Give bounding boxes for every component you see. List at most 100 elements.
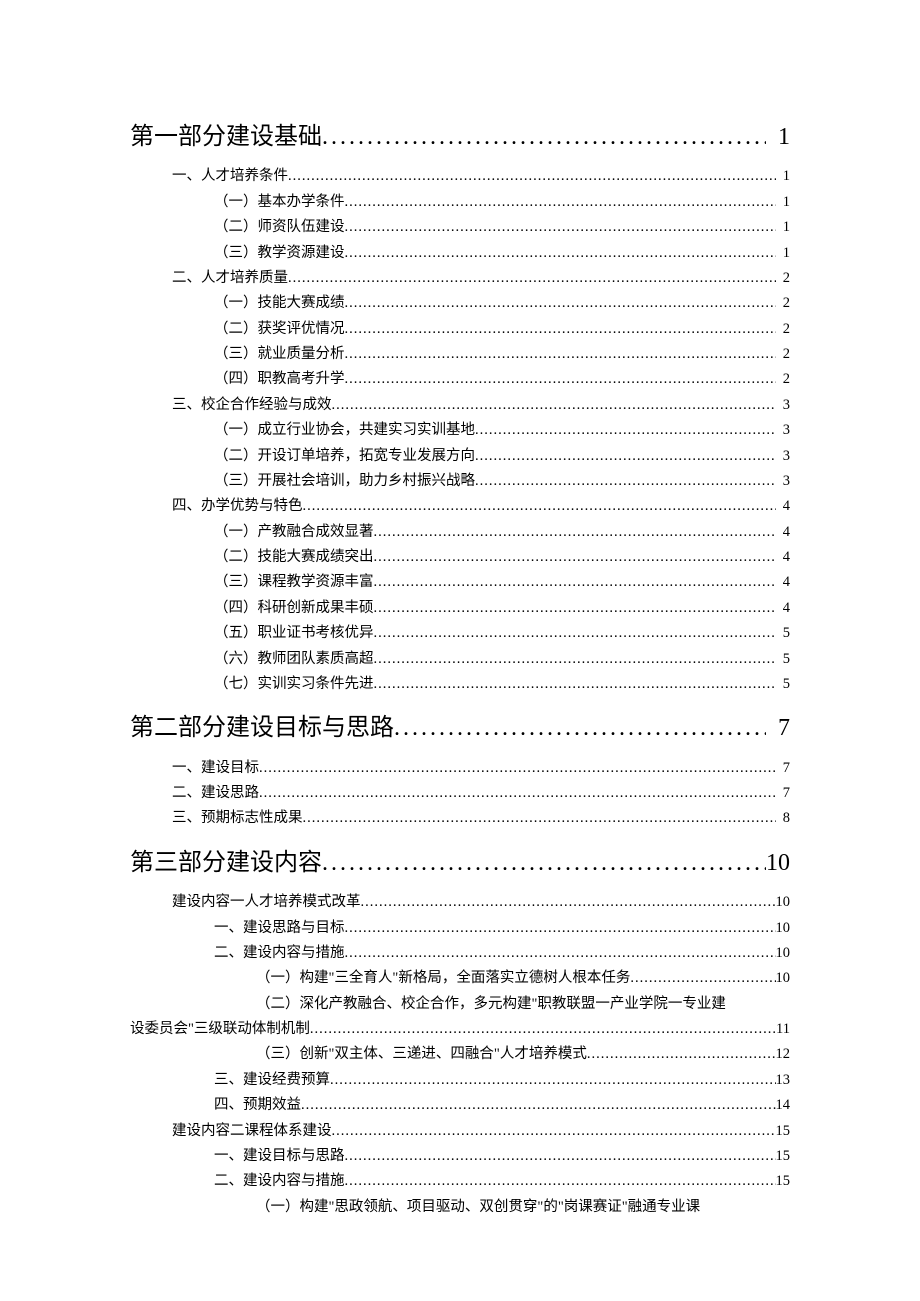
toc-leader: [301, 1093, 776, 1118]
toc-leader: [259, 756, 776, 781]
toc-entry[interactable]: （七）实训实习条件先进5: [130, 672, 790, 697]
toc-entry[interactable]: （二）师资队伍建设1: [130, 215, 790, 240]
toc-entry[interactable]: 三、校企合作经验与成效3: [130, 393, 790, 418]
toc-leader: [374, 647, 776, 672]
toc-leader: [587, 1042, 776, 1067]
toc-page-number: 2: [776, 291, 791, 316]
toc-label: 一、建设目标: [172, 756, 259, 781]
toc-entry[interactable]: 三、建设经费预算 13: [130, 1068, 790, 1093]
toc-entry[interactable]: （二）技能大赛成绩突出4: [130, 545, 790, 570]
toc-entry[interactable]: （一）产教融合成效显著 4: [130, 520, 790, 545]
toc-label: （三）教学资源建设: [214, 241, 345, 266]
toc-page-number: 3: [776, 469, 791, 494]
toc-entry[interactable]: （三）课程教学资源丰富4: [130, 570, 790, 595]
toc-entry[interactable]: （二）开设订单培养，拓宽专业发展方向 3: [130, 444, 790, 469]
toc-page-number: 5: [776, 647, 791, 672]
toc-entry[interactable]: 二、建设思路7: [130, 781, 790, 806]
toc-leader: [374, 545, 776, 570]
toc-entry[interactable]: （三）开展社会培训，助力乡村振兴战略3: [130, 469, 790, 494]
toc-leader: [374, 596, 776, 621]
toc-entry[interactable]: 一、建设思路与目标 10: [130, 916, 790, 941]
toc-page-number: 15: [776, 1169, 791, 1194]
toc-entry[interactable]: （二）深化产教融合、校企合作，多元构建"职教联盟一产业学院一专业建: [130, 992, 790, 1017]
toc-entry[interactable]: （一）技能大赛成绩 2: [130, 291, 790, 316]
toc-page-number: 4: [776, 494, 791, 519]
toc-entry[interactable]: 二、建设内容与措施15: [130, 1169, 790, 1194]
toc-entry[interactable]: （四）职教高考升学2: [130, 367, 790, 392]
toc-leader: [345, 916, 776, 941]
toc-entry[interactable]: 建设内容一人才培养模式改革 10: [130, 890, 790, 915]
toc-page-number: 4: [776, 520, 791, 545]
toc-label: 四、预期效益: [214, 1093, 301, 1118]
table-of-contents: 第一部分建设基础1一、人才培养条件1（一）基本办学条件1（二）师资队伍建设1（三…: [130, 118, 790, 1220]
toc-label: 三、预期标志性成果: [172, 806, 303, 831]
toc-section-heading[interactable]: 第一部分建设基础1: [130, 118, 790, 156]
toc-entry[interactable]: （六）教师团队素质高超5: [130, 647, 790, 672]
toc-label: （二）开设订单培养，拓宽专业发展方向: [214, 444, 475, 469]
toc-label: （三）课程教学资源丰富: [214, 570, 374, 595]
toc-entry-continuation[interactable]: 设委员会"三级联动体制机制 11: [130, 1017, 790, 1042]
toc-label: 建设内容一人才培养模式改革: [172, 890, 361, 915]
toc-entry[interactable]: 一、人才培养条件1: [130, 164, 790, 189]
toc-entry[interactable]: （一）构建"三全育人"新格局，全面落实立德树人根本任务10: [130, 966, 790, 991]
toc-leader: [345, 941, 776, 966]
toc-page-number: 15: [776, 1144, 791, 1169]
toc-entry[interactable]: （二）获奖评优情况2: [130, 317, 790, 342]
toc-label: （三）就业质量分析: [214, 342, 345, 367]
toc-page-number: 10: [776, 941, 791, 966]
toc-entry[interactable]: （一）基本办学条件1: [130, 190, 790, 215]
toc-label: （一）产教融合成效显著: [214, 520, 374, 545]
toc-leader: [322, 118, 766, 156]
toc-page-number: 11: [776, 1017, 791, 1042]
toc-entry[interactable]: 一、建设目标7: [130, 756, 790, 781]
toc-label: 三、建设经费预算: [214, 1068, 330, 1093]
toc-page-number: 2: [776, 266, 791, 291]
toc-page-number: 4: [776, 596, 791, 621]
toc-entry[interactable]: 二、人才培养质量2: [130, 266, 790, 291]
toc-label: 一、建设思路与目标: [214, 916, 345, 941]
toc-page-number: 3: [776, 418, 791, 443]
toc-label: （四）科研创新成果丰硕: [214, 596, 374, 621]
toc-page-number: 10: [776, 916, 791, 941]
toc-page-number: 1: [776, 164, 791, 189]
toc-entry[interactable]: （四）科研创新成果丰硕 4: [130, 596, 790, 621]
toc-leader: [345, 342, 776, 367]
toc-entry[interactable]: （一）构建"思政领航、项目驱动、双创贯穿"的"岗课赛证"融通专业课: [130, 1195, 790, 1220]
toc-leader: [345, 1169, 776, 1194]
toc-entry[interactable]: 三、预期标志性成果8: [130, 806, 790, 831]
toc-entry[interactable]: 一、建设目标与思路15: [130, 1144, 790, 1169]
toc-label: （五）职业证书考核优异: [214, 621, 374, 646]
toc-leader: [330, 1068, 776, 1093]
toc-page-number: 2: [776, 342, 791, 367]
toc-label: （一）技能大赛成绩: [214, 291, 345, 316]
toc-page-number: 3: [776, 444, 791, 469]
toc-page-number: 10: [776, 890, 791, 915]
toc-label: 二、建设思路: [172, 781, 259, 806]
toc-label: （一）构建"三全育人"新格局，全面落实立德树人根本任务: [256, 966, 630, 991]
toc-entry[interactable]: 二、建设内容与措施 10: [130, 941, 790, 966]
toc-entry[interactable]: （三）创新"双主体、三递进、四融合"人才培养模式12: [130, 1042, 790, 1067]
toc-entry[interactable]: 四、办学优势与特色4: [130, 494, 790, 519]
toc-label: 设委员会"三级联动体制机制: [130, 1017, 310, 1042]
toc-page-number: 15: [776, 1119, 791, 1144]
toc-leader: [303, 806, 776, 831]
toc-section-heading[interactable]: 第二部分建设目标与思路7: [130, 709, 790, 747]
toc-entry[interactable]: （五）职业证书考核优异 5: [130, 621, 790, 646]
toc-label: 二、建设内容与措施: [214, 941, 345, 966]
toc-entry[interactable]: （一）成立行业协会，共建实习实训基地3: [130, 418, 790, 443]
toc-leader: [374, 621, 776, 646]
toc-section-heading[interactable]: 第三部分建设内容10: [130, 844, 790, 882]
toc-page-number: 13: [776, 1068, 791, 1093]
toc-entry[interactable]: 四、预期效益14: [130, 1093, 790, 1118]
toc-leader: [374, 570, 776, 595]
toc-entry[interactable]: 建设内容二课程体系建设15: [130, 1119, 790, 1144]
toc-page-number: 5: [776, 621, 791, 646]
toc-page-number: 4: [776, 545, 791, 570]
toc-leader: [288, 164, 776, 189]
toc-leader: [374, 672, 776, 697]
toc-leader: [288, 266, 776, 291]
toc-entry[interactable]: （三）就业质量分析 2: [130, 342, 790, 367]
toc-entry[interactable]: （三）教学资源建设1: [130, 241, 790, 266]
toc-label: 三、校企合作经验与成效: [172, 393, 332, 418]
toc-page-number: 1: [776, 215, 791, 240]
